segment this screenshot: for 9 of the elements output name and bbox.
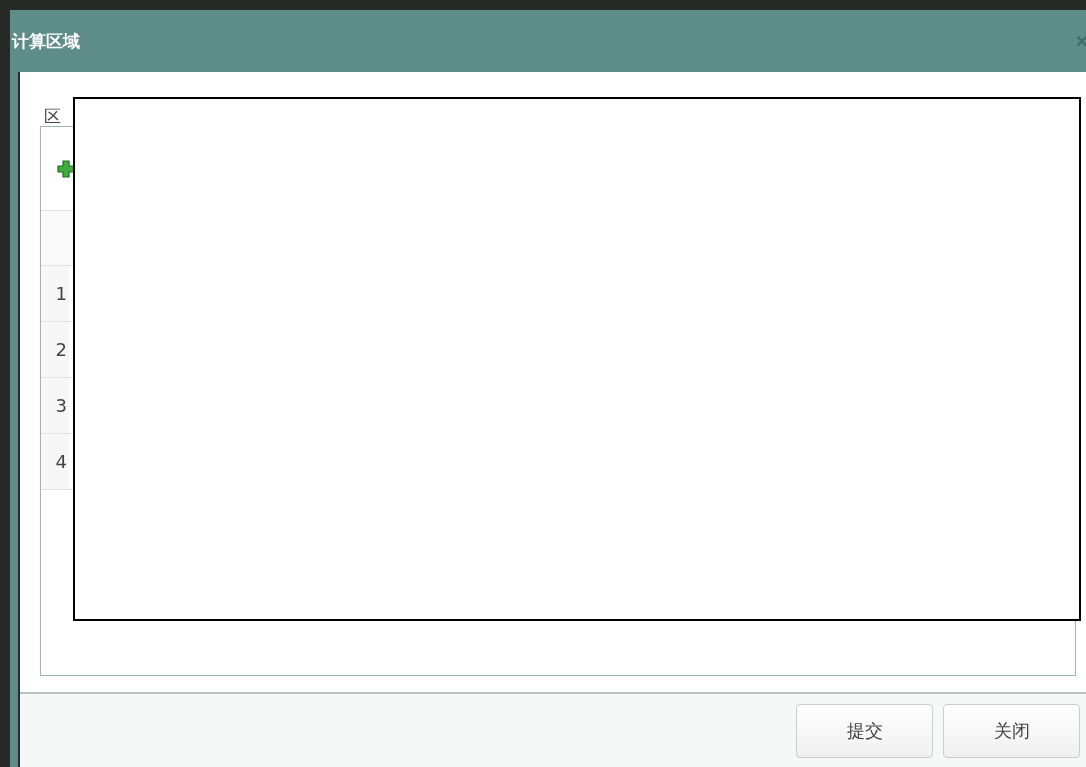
field-label: 区 bbox=[44, 106, 61, 126]
window-title: 计算区域 bbox=[12, 29, 80, 53]
row-number: 2 bbox=[41, 322, 69, 377]
dialog-button[interactable]: 关闭 bbox=[943, 703, 1080, 758]
row-number: 3 bbox=[41, 378, 69, 433]
add-icon[interactable] bbox=[57, 159, 75, 178]
dialog-button[interactable]: 提交 bbox=[796, 703, 933, 758]
row-number: 4 bbox=[41, 434, 69, 489]
row-number: 1 bbox=[41, 266, 69, 321]
